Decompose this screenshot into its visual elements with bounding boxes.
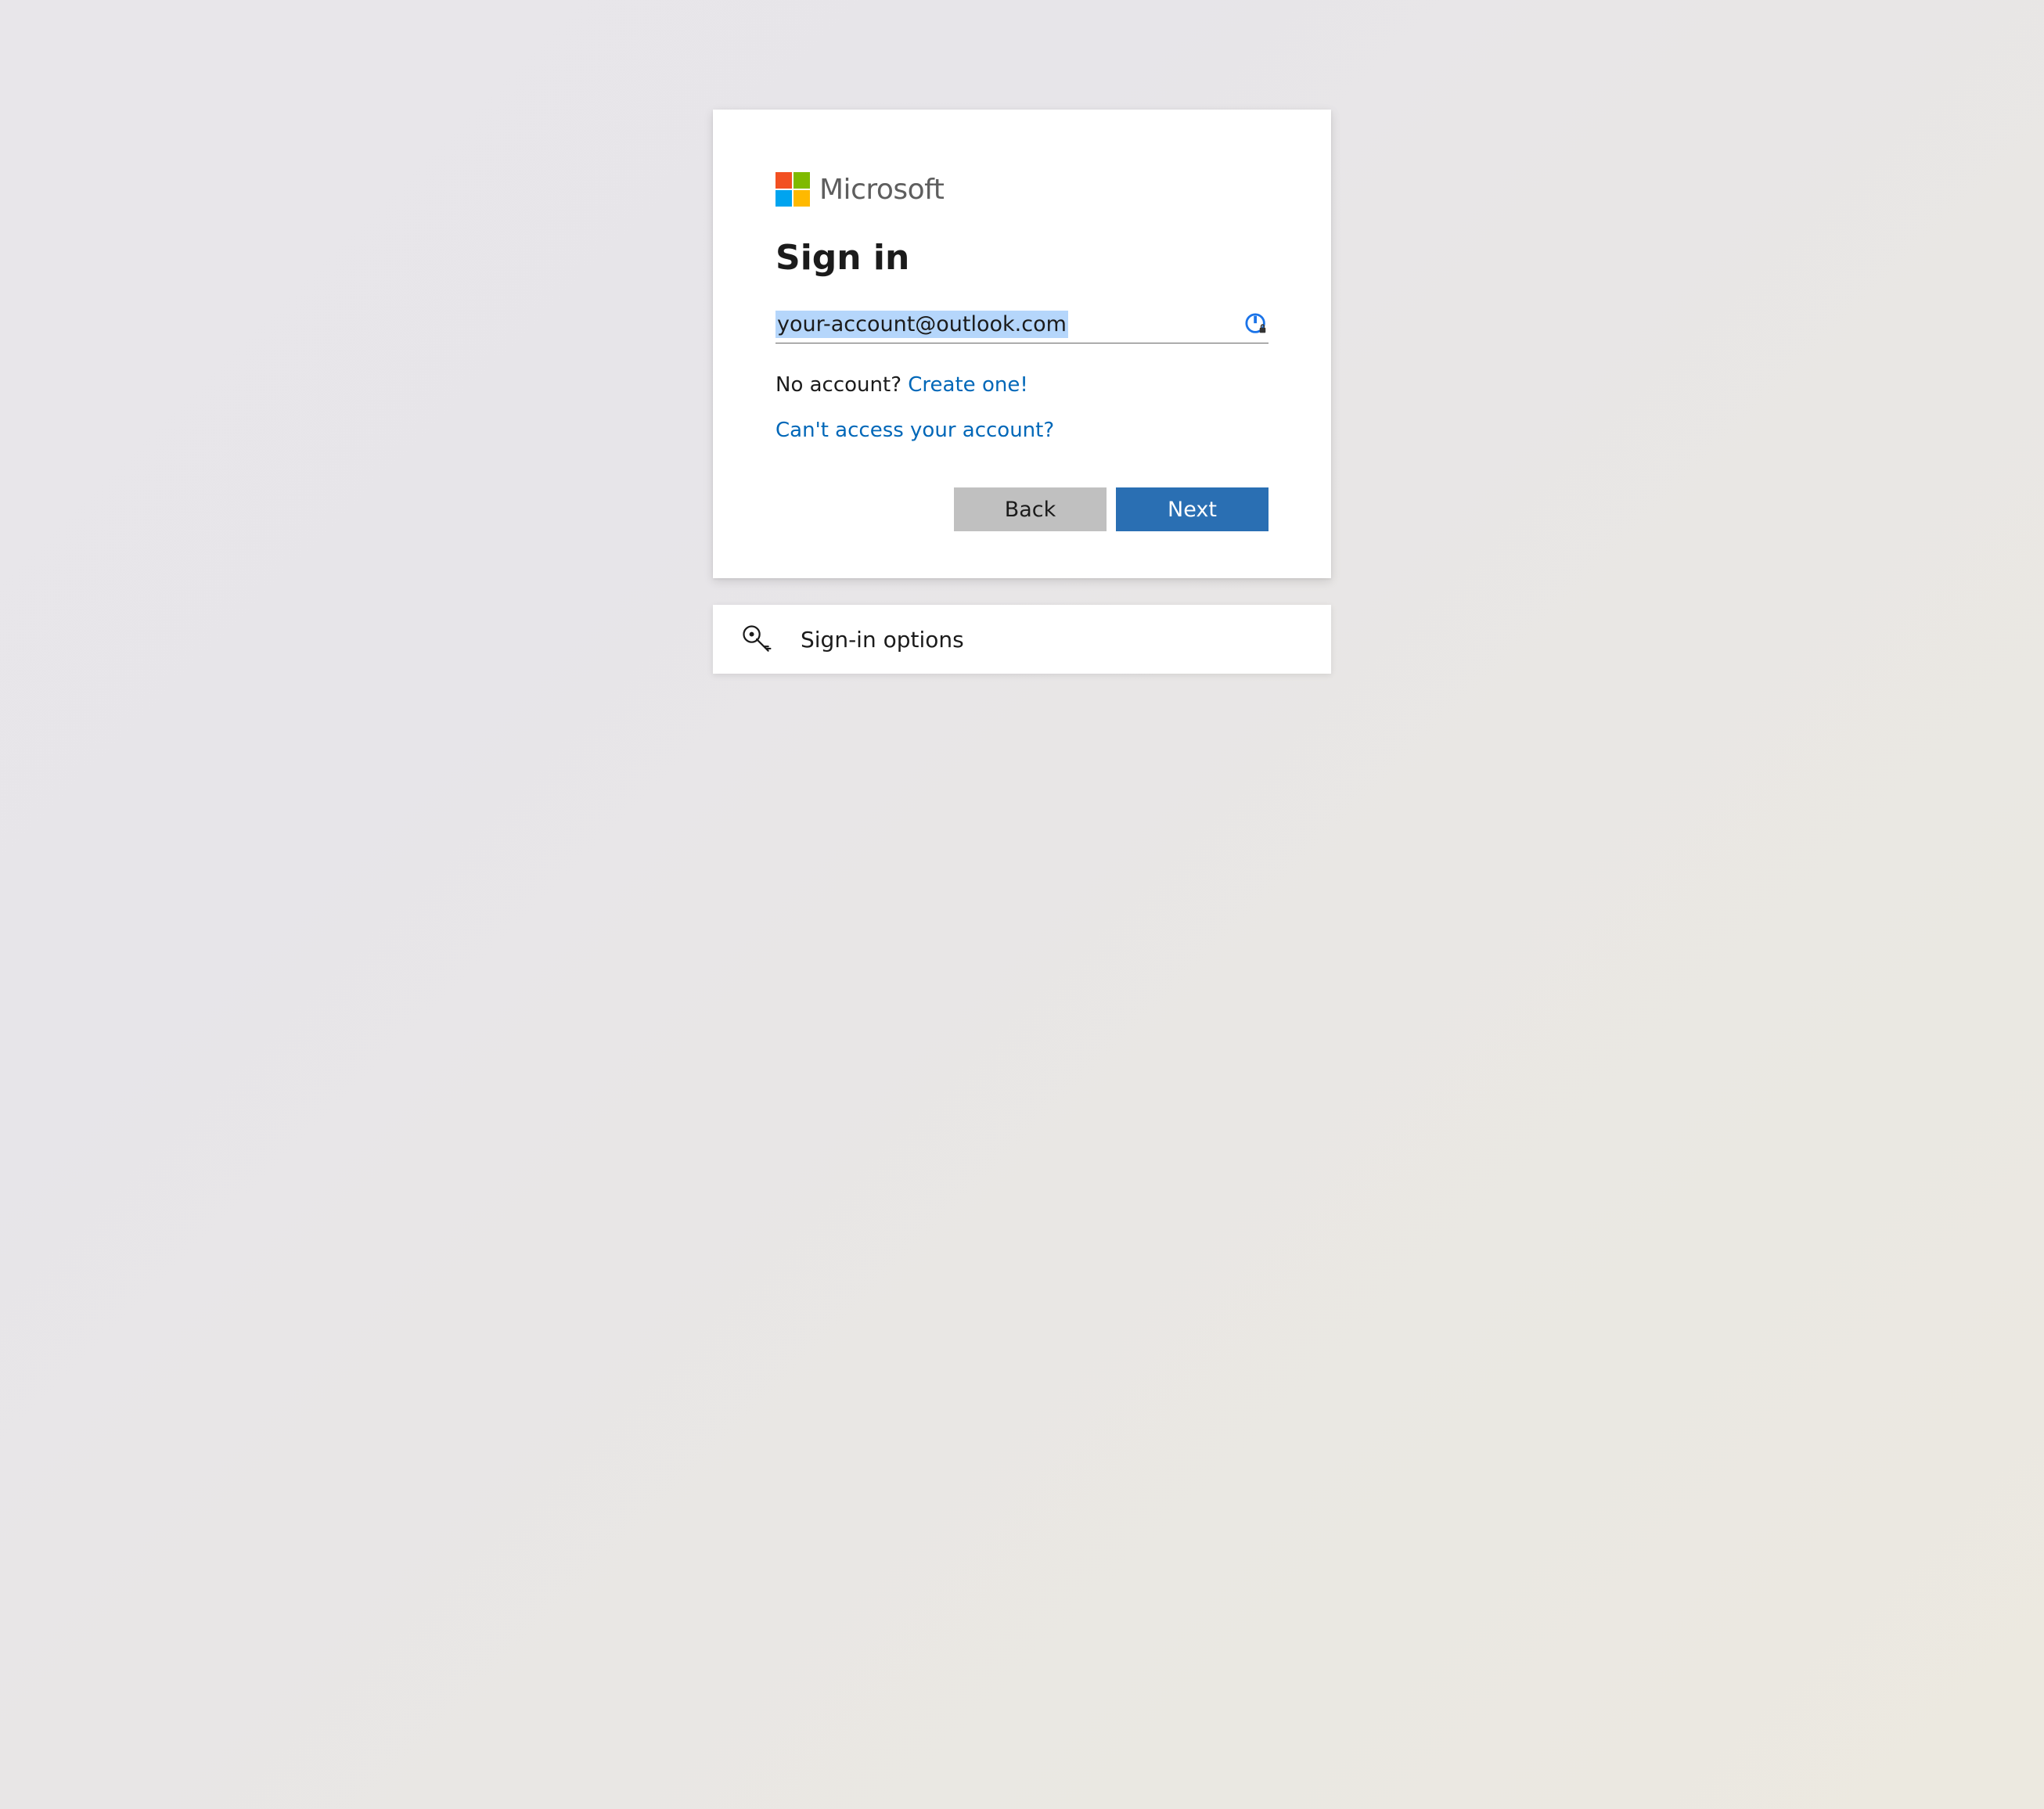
no-account-prefix: No account? (775, 373, 908, 397)
back-button[interactable]: Back (954, 487, 1107, 531)
microsoft-logo: Microsoft (775, 172, 1269, 207)
button-row: Back Next (775, 487, 1269, 531)
signin-card: Microsoft Sign in your-account@outlook.c… (713, 110, 1331, 578)
microsoft-logo-text: Microsoft (819, 174, 944, 206)
key-icon (740, 622, 774, 656)
next-button[interactable]: Next (1116, 487, 1269, 531)
password-manager-icon[interactable] (1245, 313, 1269, 336)
create-account-link[interactable]: Create one! (908, 373, 1027, 397)
email-input-wrapper[interactable]: your-account@outlook.com (775, 306, 1269, 343)
signin-options-label: Sign-in options (801, 627, 964, 653)
email-field[interactable]: your-account@outlook.com (775, 311, 1068, 338)
cant-access-link[interactable]: Can't access your account? (775, 419, 1269, 442)
microsoft-logo-icon (775, 172, 810, 207)
signin-options-card[interactable]: Sign-in options (713, 605, 1331, 674)
no-account-text: No account? Create one! (775, 373, 1269, 397)
page-title: Sign in (775, 238, 1269, 278)
